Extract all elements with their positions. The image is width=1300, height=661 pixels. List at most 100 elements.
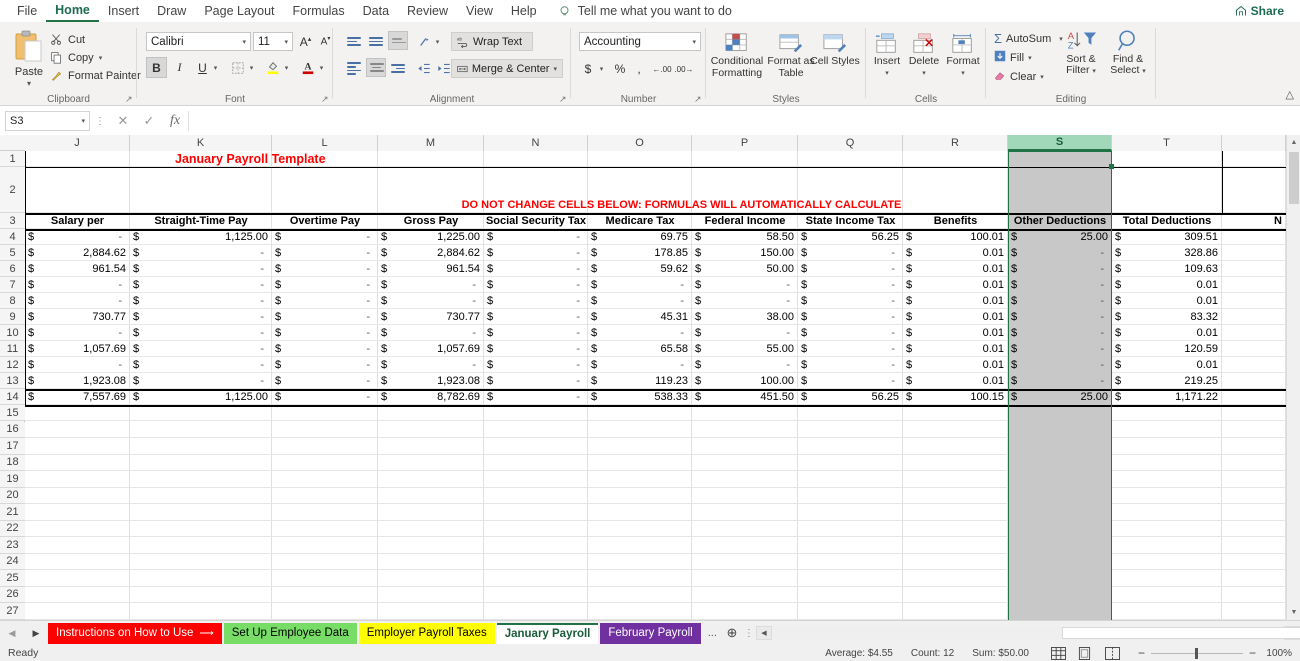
table-cell[interactable]: $- [484, 229, 588, 245]
table-cell[interactable] [1222, 293, 1286, 309]
table-cell[interactable]: $- [798, 277, 903, 293]
table-cell[interactable]: $0.01 [903, 261, 1008, 277]
table-cell[interactable]: $- [25, 277, 130, 293]
table-cell[interactable]: $1,923.08 [378, 373, 484, 389]
row-header-16[interactable]: 16 [0, 422, 25, 439]
table-cell[interactable]: $- [1008, 373, 1112, 389]
table-cell[interactable]: $- [25, 325, 130, 341]
table-cell[interactable]: $- [1008, 245, 1112, 261]
page-layout-view-button[interactable] [1078, 647, 1093, 660]
merge-center-caret-icon[interactable]: ▾ [553, 65, 557, 73]
table-cell[interactable]: $59.62 [588, 261, 692, 277]
row-header-14[interactable]: 14 [0, 389, 25, 405]
table-cell[interactable]: $- [588, 293, 692, 309]
tab-splitter-handle[interactable]: ⋮ [742, 628, 756, 639]
insert-caret-icon[interactable]: ▾ [868, 68, 906, 80]
percent-style-button[interactable]: % [612, 59, 628, 79]
add-sheet-button[interactable]: ⊕ [722, 623, 742, 643]
table-cell[interactable] [1222, 325, 1286, 341]
table-cell[interactable]: $1,057.69 [378, 341, 484, 357]
table-cell[interactable]: $- [692, 325, 798, 341]
table-cell[interactable] [1222, 341, 1286, 357]
number-format-caret-icon[interactable]: ▾ [692, 38, 696, 46]
row-header-10[interactable]: 10 [0, 325, 25, 341]
column-header-N[interactable]: N [484, 135, 588, 151]
row-header-21[interactable]: 21 [0, 504, 25, 521]
table-cell[interactable]: $- [130, 277, 272, 293]
table-cell[interactable]: $- [272, 341, 378, 357]
table-cell[interactable]: $1,125.00 [130, 389, 272, 405]
table-cell[interactable]: $- [692, 357, 798, 373]
table-cell[interactable]: $0.01 [903, 245, 1008, 261]
table-cell[interactable]: $25.00 [1008, 389, 1112, 405]
row-header-1[interactable]: 1 [0, 151, 25, 167]
table-cell[interactable]: $- [25, 357, 130, 373]
table-cell[interactable]: $- [378, 293, 484, 309]
table-cell[interactable]: $- [272, 357, 378, 373]
table-cell[interactable]: $0.01 [903, 341, 1008, 357]
ribbon-tab-formulas[interactable]: Formulas [284, 2, 354, 21]
column-header-S[interactable]: S [1008, 135, 1112, 151]
align-middle-button[interactable] [366, 32, 386, 51]
table-cell[interactable]: $100.15 [903, 389, 1008, 405]
share-button[interactable]: Share [1227, 2, 1292, 20]
table-column-header[interactable]: Overtime Pay [272, 213, 378, 229]
status-sum[interactable]: Sum: $50.00 [972, 648, 1029, 659]
column-header-K[interactable]: K [130, 135, 272, 151]
decrease-decimal-button[interactable]: .00→ [675, 59, 693, 79]
table-cell[interactable]: $730.77 [378, 309, 484, 325]
font-name-input[interactable]: Calibri ▾ [146, 32, 251, 51]
status-average[interactable]: Average: $4.55 [825, 648, 893, 659]
table-column-header[interactable]: Medicare Tax [588, 213, 692, 229]
row-header-7[interactable]: 7 [0, 277, 25, 293]
table-cell[interactable]: $- [130, 357, 272, 373]
table-cell[interactable]: $- [484, 245, 588, 261]
table-cell[interactable] [1222, 373, 1286, 389]
row-header-5[interactable]: 5 [0, 245, 25, 261]
zoom-out-button[interactable]: − [1138, 646, 1145, 660]
table-cell[interactable]: $- [484, 309, 588, 325]
table-cell[interactable]: $45.31 [588, 309, 692, 325]
sort-filter-button[interactable]: AZ Sort & Filter ▾ [1058, 28, 1104, 77]
orientation-caret-icon[interactable]: ▾ [433, 31, 442, 52]
table-column-header[interactable]: Benefits [903, 213, 1008, 229]
vertical-scrollbar[interactable]: ▲ ▼ [1286, 135, 1300, 620]
align-top-button[interactable] [344, 32, 364, 51]
table-cell[interactable]: $150.00 [692, 245, 798, 261]
comma-style-button[interactable]: , [631, 59, 647, 79]
sheet-tab-february-payroll[interactable]: February Payroll [600, 623, 700, 644]
clipboard-dialog-launcher[interactable]: ↗ [125, 95, 134, 104]
table-cell[interactable] [1222, 309, 1286, 325]
delete-caret-icon[interactable]: ▾ [904, 68, 944, 80]
table-cell[interactable]: $- [272, 229, 378, 245]
table-cell[interactable]: $- [798, 309, 903, 325]
table-cell[interactable]: $- [798, 341, 903, 357]
row-header-2[interactable]: 2 [0, 167, 25, 213]
confirm-formula-icon[interactable]: ✓ [136, 111, 162, 131]
row-header-27[interactable]: 27 [0, 603, 25, 620]
table-column-header[interactable]: State Income Tax [798, 213, 903, 229]
table-cell[interactable]: $109.63 [1112, 261, 1222, 277]
cancel-formula-icon[interactable]: ✕ [110, 111, 136, 131]
table-cell[interactable]: $50.00 [692, 261, 798, 277]
table-column-header[interactable]: Federal Income [692, 213, 798, 229]
copy-button[interactable]: Copy ▾ [50, 51, 102, 64]
table-column-header[interactable]: N [1222, 213, 1286, 229]
clear-button[interactable]: Clear ▾ [994, 69, 1044, 84]
table-cell[interactable]: $328.86 [1112, 245, 1222, 261]
table-cell[interactable]: $1,125.00 [130, 229, 272, 245]
ribbon-tab-review[interactable]: Review [398, 2, 457, 21]
table-cell[interactable]: $- [1008, 309, 1112, 325]
table-cell[interactable]: $- [378, 325, 484, 341]
table-cell[interactable]: $7,557.69 [25, 389, 130, 405]
sheet-tab-employee-data[interactable]: Set Up Employee Data [224, 623, 357, 644]
paste-icon[interactable] [14, 30, 44, 64]
borders-button[interactable] [227, 57, 248, 78]
sheet-tab-instructions[interactable]: Instructions on How to Use ⟶ [48, 623, 222, 644]
merge-center-button[interactable]: Merge & Center ▾ [451, 59, 563, 78]
column-header-M[interactable]: M [378, 135, 484, 151]
row-header-24[interactable]: 24 [0, 554, 25, 571]
table-cell[interactable]: $- [588, 277, 692, 293]
insert-function-icon[interactable]: fx [162, 111, 188, 131]
table-cell[interactable] [1222, 277, 1286, 293]
